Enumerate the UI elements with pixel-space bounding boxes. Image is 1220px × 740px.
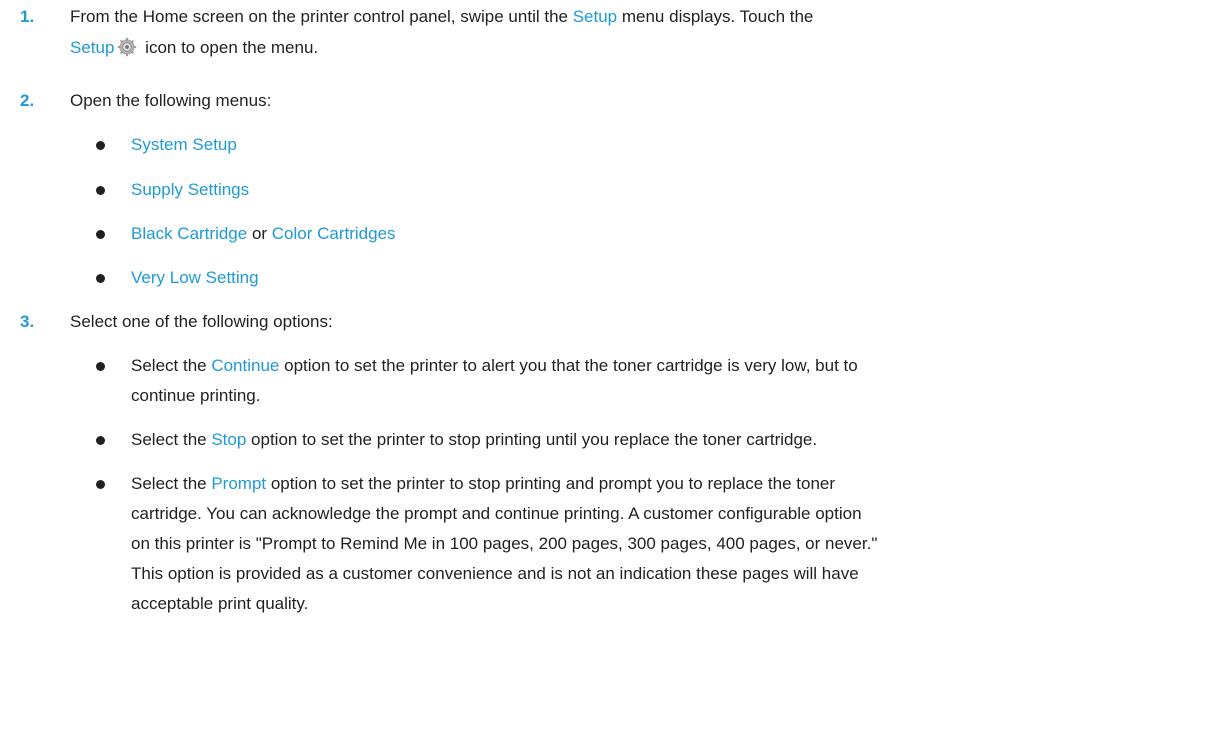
text-run: option to set the printer to alert you t… bbox=[279, 356, 858, 375]
text-run: menu displays. Touch the bbox=[617, 7, 814, 26]
option-prompt: Prompt bbox=[211, 474, 267, 493]
bullet-icon bbox=[96, 186, 105, 195]
gear-icon bbox=[117, 37, 137, 57]
text-line: continue printing. bbox=[131, 386, 261, 405]
text-run: option to set the printer to stop printi… bbox=[246, 430, 818, 449]
step-text: Select one of the following options: bbox=[70, 312, 333, 331]
text-run: Select the bbox=[131, 430, 212, 449]
text-run: From the Home screen on the printer cont… bbox=[70, 7, 573, 26]
text-run: Select the bbox=[131, 474, 212, 493]
bullet-text: System Setup bbox=[131, 130, 1191, 160]
bullet-text: Supply Settings bbox=[131, 175, 1191, 205]
text-line: on this printer is "Prompt to Remind Me … bbox=[131, 534, 878, 553]
menu-system-setup: System Setup bbox=[131, 135, 237, 154]
bullet-text: Select the Continue option to set the pr… bbox=[131, 351, 1191, 411]
text-line: Select the Stop option to set the printe… bbox=[131, 425, 1191, 455]
text-run: icon to open the menu. bbox=[140, 38, 319, 57]
step-1-line-2: Setup icon to open the menu. bbox=[70, 33, 1180, 63]
document-page: 1. From the Home screen on the printer c… bbox=[0, 0, 1220, 740]
menu-black-cartridge: Black Cartridge bbox=[131, 224, 248, 243]
bullet-text: Very Low Setting bbox=[131, 263, 1191, 293]
text-run: or bbox=[247, 224, 272, 243]
option-continue: Continue bbox=[211, 356, 280, 375]
bullet-icon bbox=[96, 480, 105, 489]
step-number: 3. bbox=[20, 312, 35, 331]
bullet-icon bbox=[96, 230, 105, 239]
step-number: 1. bbox=[20, 7, 35, 26]
step-text: Open the following menus: bbox=[70, 91, 272, 110]
text-line: This option is provided as a customer co… bbox=[131, 564, 859, 583]
text-line: Select the Prompt option to set the prin… bbox=[131, 469, 1191, 499]
step-1-line-1: From the Home screen on the printer cont… bbox=[70, 2, 1180, 32]
text-run: option to set the printer to stop printi… bbox=[266, 474, 836, 493]
text-line: cartridge. You can acknowledge the promp… bbox=[131, 504, 862, 523]
menu-supply-settings: Supply Settings bbox=[131, 180, 250, 199]
menu-color-cartridges: Color Cartridges bbox=[271, 224, 396, 243]
ui-term-setup: Setup bbox=[70, 38, 115, 57]
step-number: 2. bbox=[20, 91, 35, 110]
text-line: acceptable print quality. bbox=[131, 594, 309, 613]
bullet-text: Black Cartridge or Color Cartridges bbox=[131, 219, 1191, 249]
bullet-icon bbox=[96, 436, 105, 445]
text-run: Select the bbox=[131, 356, 212, 375]
option-stop: Stop bbox=[211, 430, 247, 449]
bullet-text: Select the Prompt option to set the prin… bbox=[131, 469, 1191, 619]
step-text: From the Home screen on the printer cont… bbox=[70, 2, 1180, 63]
menu-very-low-setting: Very Low Setting bbox=[131, 268, 259, 287]
bullet-text: Select the Stop option to set the printe… bbox=[131, 425, 1191, 455]
bullet-icon bbox=[96, 141, 105, 150]
ui-term-setup: Setup bbox=[572, 7, 618, 26]
bullet-icon bbox=[96, 362, 105, 371]
bullet-icon bbox=[96, 274, 105, 283]
text-line: Select the Continue option to set the pr… bbox=[131, 351, 1191, 381]
